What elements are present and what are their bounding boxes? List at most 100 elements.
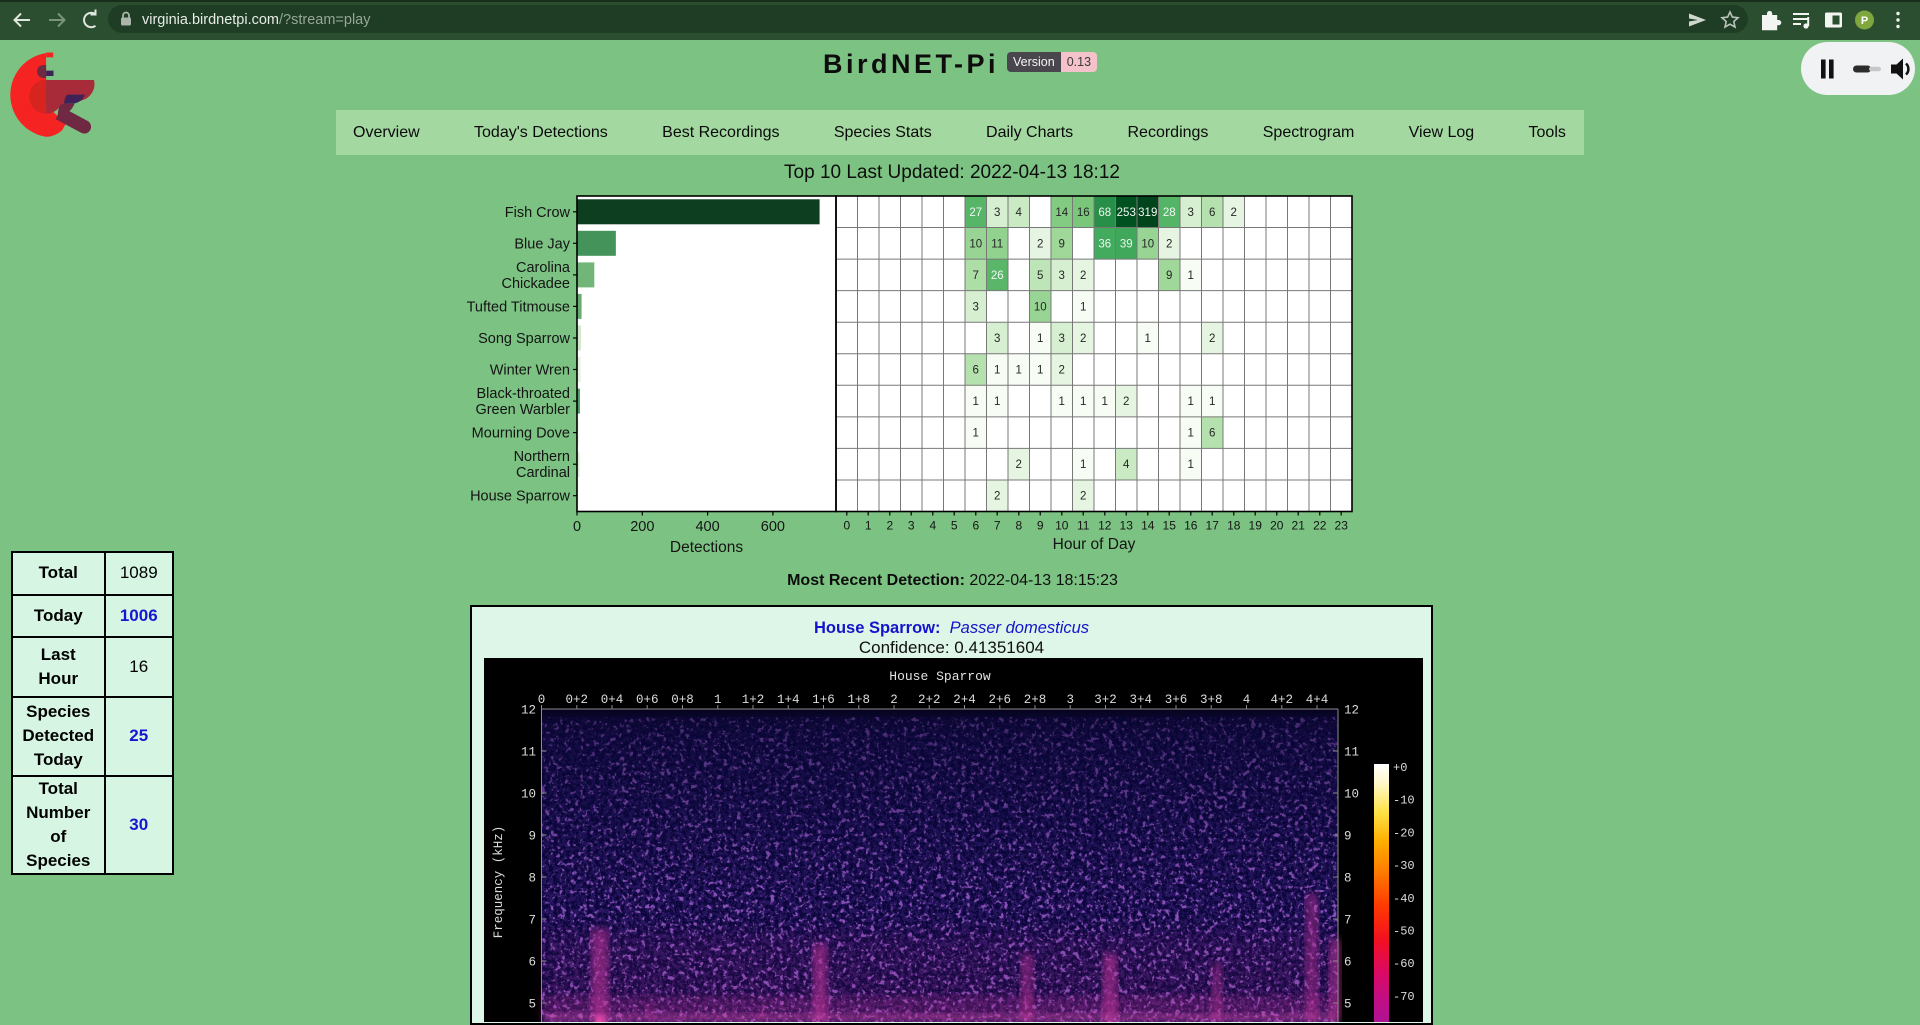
svg-text:Chickadee: Chickadee bbox=[501, 276, 570, 292]
svg-text:Carolina: Carolina bbox=[516, 260, 571, 276]
svg-text:200: 200 bbox=[630, 519, 654, 535]
svg-text:Winter Wren: Winter Wren bbox=[490, 363, 570, 379]
svg-text:22: 22 bbox=[1313, 519, 1327, 533]
svg-text:Frequency (kHz): Frequency (kHz) bbox=[492, 826, 506, 939]
svg-text:0+8: 0+8 bbox=[671, 693, 694, 707]
svg-text:4: 4 bbox=[929, 519, 936, 533]
svg-text:2: 2 bbox=[1123, 396, 1129, 408]
svg-text:1+8: 1+8 bbox=[848, 693, 871, 707]
svg-text:1+6: 1+6 bbox=[812, 693, 835, 707]
svg-text:Hour of Day: Hour of Day bbox=[1053, 536, 1136, 553]
svg-text:26: 26 bbox=[991, 270, 1004, 282]
svg-text:0+2: 0+2 bbox=[566, 693, 589, 707]
svg-text:7: 7 bbox=[1344, 914, 1352, 928]
svg-text:2: 2 bbox=[994, 491, 1000, 503]
svg-text:6: 6 bbox=[1209, 207, 1215, 219]
svg-text:2+2: 2+2 bbox=[918, 693, 941, 707]
svg-text:8: 8 bbox=[528, 872, 536, 886]
svg-text:600: 600 bbox=[761, 519, 785, 535]
svg-text:10: 10 bbox=[1034, 301, 1047, 313]
svg-text:10: 10 bbox=[969, 238, 982, 250]
svg-text:+0: +0 bbox=[1393, 761, 1407, 775]
svg-text:1: 1 bbox=[973, 396, 979, 408]
svg-text:1: 1 bbox=[1059, 396, 1065, 408]
svg-text:3: 3 bbox=[908, 519, 915, 533]
svg-text:14: 14 bbox=[1141, 519, 1155, 533]
svg-text:Detections: Detections bbox=[670, 539, 743, 556]
svg-text:12: 12 bbox=[1098, 519, 1112, 533]
svg-text:11: 11 bbox=[1344, 746, 1359, 760]
svg-text:Blue Jay: Blue Jay bbox=[514, 236, 570, 252]
svg-text:9: 9 bbox=[1166, 270, 1172, 282]
svg-text:7: 7 bbox=[994, 519, 1001, 533]
svg-text:8: 8 bbox=[1344, 872, 1352, 886]
svg-text:0: 0 bbox=[573, 519, 581, 535]
svg-text:3+2: 3+2 bbox=[1094, 693, 1117, 707]
svg-text:Tufted Titmouse: Tufted Titmouse bbox=[467, 299, 570, 315]
svg-text:0: 0 bbox=[538, 693, 546, 707]
svg-text:Black-throated: Black-throated bbox=[477, 386, 571, 402]
svg-text:11: 11 bbox=[521, 746, 536, 760]
svg-text:10: 10 bbox=[1141, 238, 1154, 250]
svg-text:1: 1 bbox=[1102, 396, 1108, 408]
svg-text:1: 1 bbox=[1145, 333, 1151, 345]
svg-text:10: 10 bbox=[521, 788, 536, 802]
svg-text:1: 1 bbox=[1188, 459, 1194, 471]
svg-text:1: 1 bbox=[973, 428, 979, 440]
svg-text:-70: -70 bbox=[1393, 990, 1415, 1004]
svg-text:27: 27 bbox=[969, 207, 982, 219]
svg-text:68: 68 bbox=[1098, 207, 1111, 219]
svg-text:2: 2 bbox=[1059, 365, 1065, 377]
svg-text:253: 253 bbox=[1117, 207, 1136, 219]
svg-text:2: 2 bbox=[1166, 238, 1172, 250]
svg-text:3: 3 bbox=[1059, 270, 1065, 282]
svg-text:3+6: 3+6 bbox=[1165, 693, 1188, 707]
svg-text:11: 11 bbox=[1077, 519, 1090, 533]
svg-text:2+4: 2+4 bbox=[953, 693, 976, 707]
svg-text:3: 3 bbox=[994, 207, 1000, 219]
svg-text:12: 12 bbox=[1344, 704, 1359, 718]
svg-text:House Sparrow: House Sparrow bbox=[470, 489, 570, 505]
svg-text:2+8: 2+8 bbox=[1024, 693, 1047, 707]
svg-text:36: 36 bbox=[1098, 238, 1111, 250]
svg-text:Green Warbler: Green Warbler bbox=[475, 402, 570, 418]
svg-text:1: 1 bbox=[1209, 396, 1215, 408]
svg-text:0: 0 bbox=[843, 519, 850, 533]
svg-text:39: 39 bbox=[1120, 238, 1133, 250]
svg-text:9: 9 bbox=[528, 830, 536, 844]
svg-text:Song Sparrow: Song Sparrow bbox=[478, 331, 570, 347]
svg-text:3: 3 bbox=[973, 301, 979, 313]
svg-text:1: 1 bbox=[1188, 428, 1194, 440]
svg-text:-30: -30 bbox=[1393, 859, 1415, 873]
svg-text:6: 6 bbox=[973, 365, 979, 377]
svg-text:2: 2 bbox=[1080, 491, 1086, 503]
svg-text:23: 23 bbox=[1335, 519, 1349, 533]
svg-text:1+2: 1+2 bbox=[742, 693, 765, 707]
svg-text:6: 6 bbox=[528, 956, 536, 970]
svg-text:2+6: 2+6 bbox=[989, 693, 1012, 707]
svg-text:1+4: 1+4 bbox=[777, 693, 800, 707]
svg-text:1: 1 bbox=[1080, 459, 1086, 471]
svg-text:1: 1 bbox=[865, 519, 872, 533]
svg-text:319: 319 bbox=[1138, 207, 1157, 219]
svg-text:2: 2 bbox=[890, 693, 898, 707]
svg-text:2: 2 bbox=[1080, 333, 1086, 345]
svg-text:-40: -40 bbox=[1393, 892, 1415, 906]
svg-text:16: 16 bbox=[1184, 519, 1198, 533]
svg-text:15: 15 bbox=[1163, 519, 1177, 533]
svg-text:2: 2 bbox=[886, 519, 893, 533]
svg-text:6: 6 bbox=[1209, 428, 1215, 440]
svg-text:3+4: 3+4 bbox=[1130, 693, 1153, 707]
svg-text:4: 4 bbox=[1016, 207, 1023, 219]
svg-text:0+4: 0+4 bbox=[601, 693, 624, 707]
svg-text:Cardinal: Cardinal bbox=[516, 465, 570, 481]
svg-text:Fish Crow: Fish Crow bbox=[505, 205, 571, 221]
svg-text:1: 1 bbox=[1080, 301, 1086, 313]
svg-text:3+8: 3+8 bbox=[1200, 693, 1223, 707]
svg-text:9: 9 bbox=[1059, 238, 1065, 250]
svg-text:14: 14 bbox=[1055, 207, 1068, 219]
svg-text:1: 1 bbox=[1037, 333, 1043, 345]
svg-text:Mourning Dove: Mourning Dove bbox=[472, 426, 570, 442]
svg-text:10: 10 bbox=[1344, 788, 1359, 802]
svg-text:2: 2 bbox=[1231, 207, 1237, 219]
